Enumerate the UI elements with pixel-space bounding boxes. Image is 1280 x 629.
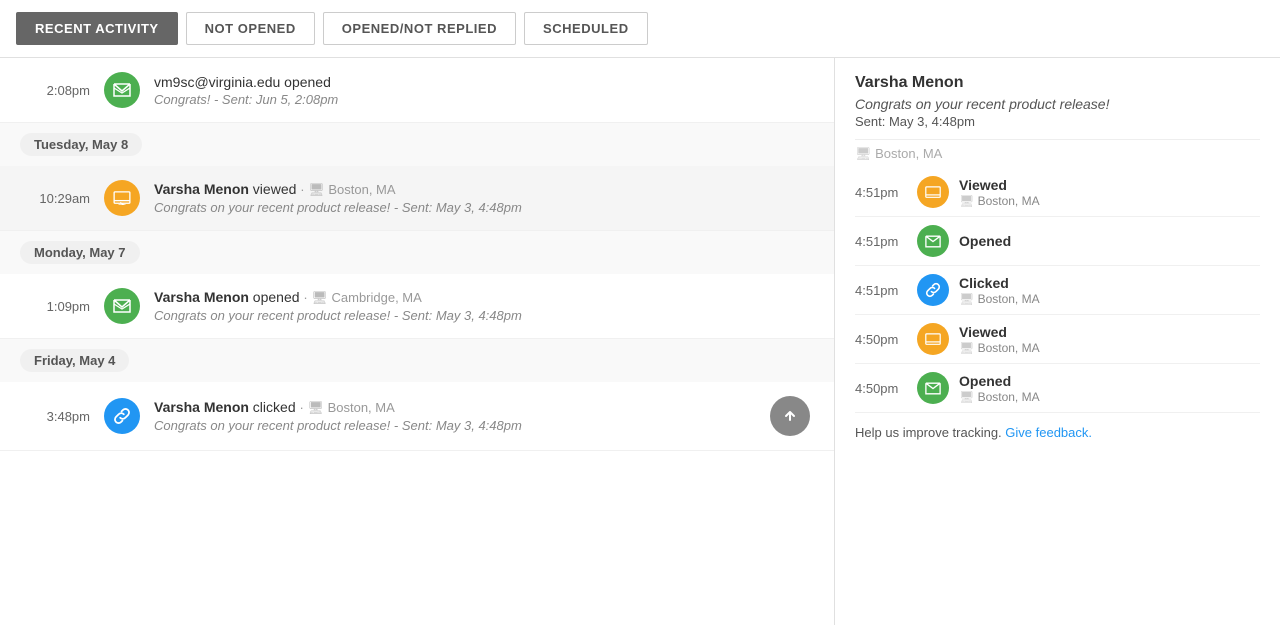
detail-time: 4:51pm [855, 234, 907, 249]
activity-time: 3:48pm [20, 409, 90, 424]
activity-email: Varsha Menon [154, 181, 249, 197]
detail-row: 4:51pm Opened [855, 217, 1260, 266]
view-detail-icon [917, 176, 949, 208]
tab-bar: RECENT ACTIVITY NOT OPENED OPENED/NOT RE… [0, 0, 1280, 58]
activity-time: 1:09pm [20, 299, 90, 314]
activity-row[interactable]: 2:08pm vm9sc@virginia.edu opened Congrat… [0, 58, 834, 123]
detail-action: Opened [959, 373, 1260, 389]
detail-action: Clicked [959, 275, 1260, 291]
activity-email: vm9sc@virginia.edu [154, 74, 280, 90]
detail-content: Viewed 🖥 Boston, MA [959, 324, 1260, 355]
day-badge: Tuesday, May 8 [20, 133, 142, 156]
detail-content: Clicked 🖥 Boston, MA [959, 275, 1260, 306]
mail-open-icon [104, 288, 140, 324]
activity-email: Varsha Menon [154, 289, 249, 305]
activity-subtitle: Congrats on your recent product release!… [154, 418, 770, 433]
activity-subtitle: Congrats on your recent product release!… [154, 200, 814, 215]
view-detail-icon2 [917, 323, 949, 355]
activity-email: Varsha Menon [154, 399, 249, 415]
activity-title: Varsha Menon viewed · 🖥 Boston, MA [154, 181, 814, 198]
activity-subtitle: Congrats! - Sent: Jun 5, 2:08pm [154, 92, 814, 107]
detail-row: 4:51pm Clicked 🖥 Boston, MA [855, 266, 1260, 315]
activity-row[interactable]: 1:09pm Varsha Menon opened · 🖥 Cambridge… [0, 274, 834, 339]
link-icon [104, 398, 140, 434]
location-partial: 🖥 Boston, MA [855, 139, 1260, 162]
detail-action: Opened [959, 233, 1260, 249]
detail-location: 🖥 Boston, MA [959, 292, 1260, 306]
day-divider: Friday, May 4 [0, 339, 834, 382]
contact-detail-panel: Varsha Menon Congrats on your recent pro… [835, 58, 1280, 625]
activity-feed: 2:08pm vm9sc@virginia.edu opened Congrat… [0, 58, 835, 625]
detail-time: 4:50pm [855, 381, 907, 396]
tab-opened-not-replied[interactable]: OPENED/NOT REPLIED [323, 12, 516, 45]
activity-row[interactable]: 3:48pm Varsha Menon clicked · 🖥 Boston, … [0, 382, 834, 451]
view-icon [104, 180, 140, 216]
activity-content: vm9sc@virginia.edu opened Congrats! - Se… [154, 74, 814, 107]
contact-subject: Congrats on your recent product release! [855, 96, 1260, 112]
contact-sent: Sent: May 3, 4:48pm [855, 114, 1260, 129]
mail-detail-icon [917, 225, 949, 257]
activity-action: viewed [249, 181, 296, 197]
detail-content: Opened 🖥 Boston, MA [959, 373, 1260, 404]
activity-title: vm9sc@virginia.edu opened [154, 74, 814, 90]
detail-row: 4:50pm Viewed 🖥 Boston, MA [855, 315, 1260, 364]
feedback-link[interactable]: Give feedback. [1005, 425, 1092, 440]
activity-location: · 🖥 Boston, MA [300, 400, 395, 415]
activity-title: Varsha Menon opened · 🖥 Cambridge, MA [154, 289, 814, 306]
activity-time: 2:08pm [20, 83, 90, 98]
activity-action: opened [249, 289, 300, 305]
detail-time: 4:50pm [855, 332, 907, 347]
mail-detail-icon2 [917, 372, 949, 404]
tab-scheduled[interactable]: SCHEDULED [524, 12, 648, 45]
activity-action: clicked [249, 399, 296, 415]
activity-location: · 🖥 Cambridge, MA [303, 290, 421, 305]
activity-time: 10:29am [20, 191, 90, 206]
feedback-line: Help us improve tracking. Give feedback. [855, 425, 1260, 440]
day-divider: Tuesday, May 8 [0, 123, 834, 166]
day-badge: Friday, May 4 [20, 349, 129, 372]
detail-location: 🖥 Boston, MA [959, 194, 1260, 208]
main-layout: 2:08pm vm9sc@virginia.edu opened Congrat… [0, 58, 1280, 625]
detail-time: 4:51pm [855, 185, 907, 200]
detail-row: 4:50pm Opened 🖥 Boston, MA [855, 364, 1260, 413]
detail-content: Viewed 🖥 Boston, MA [959, 177, 1260, 208]
detail-location: 🖥 Boston, MA [959, 341, 1260, 355]
feedback-text: Help us improve tracking. [855, 425, 1005, 440]
detail-time: 4:51pm [855, 283, 907, 298]
scroll-to-top-button[interactable] [770, 396, 810, 436]
activity-content: Varsha Menon viewed · 🖥 Boston, MA Congr… [154, 181, 814, 215]
activity-content: Varsha Menon opened · 🖥 Cambridge, MA Co… [154, 289, 814, 323]
detail-action: Viewed [959, 324, 1260, 340]
detail-row: 4:51pm Viewed 🖥 Boston, MA [855, 168, 1260, 217]
day-divider: Monday, May 7 [0, 231, 834, 274]
contact-name: Varsha Menon [855, 74, 1260, 92]
tab-recent-activity[interactable]: RECENT ACTIVITY [16, 12, 178, 45]
day-badge: Monday, May 7 [20, 241, 140, 264]
tab-not-opened[interactable]: NOT OPENED [186, 12, 315, 45]
activity-location: · 🖥 Boston, MA [300, 182, 395, 197]
activity-subtitle: Congrats on your recent product release!… [154, 308, 814, 323]
mail-open-icon [104, 72, 140, 108]
link-detail-icon [917, 274, 949, 306]
activity-title: Varsha Menon clicked · 🖥 Boston, MA [154, 399, 770, 416]
activity-row[interactable]: 10:29am Varsha Menon viewed · 🖥 Boston, … [0, 166, 834, 231]
activity-content: Varsha Menon clicked · 🖥 Boston, MA Cong… [154, 399, 770, 433]
detail-content: Opened [959, 233, 1260, 249]
detail-location: 🖥 Boston, MA [959, 390, 1260, 404]
activity-action: opened [280, 74, 331, 90]
detail-action: Viewed [959, 177, 1260, 193]
